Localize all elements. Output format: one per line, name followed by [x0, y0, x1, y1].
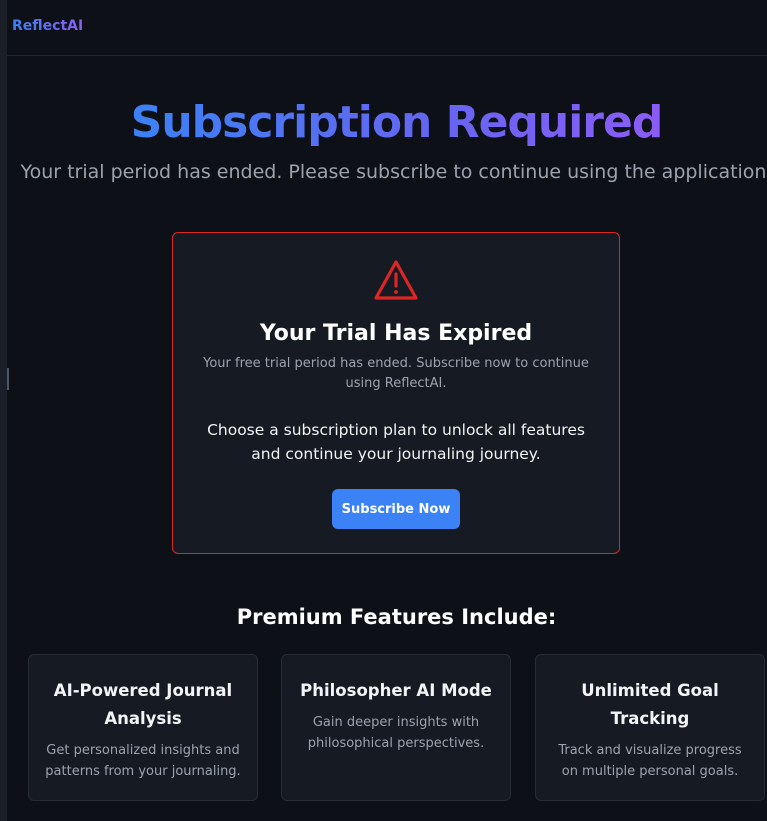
- top-bar: ReflectAI: [7, 0, 767, 56]
- feature-description: Gain deeper insights with philosophical …: [307, 715, 485, 751]
- premium-features-heading: Premium Features Include:: [236, 605, 557, 629]
- subscription-cta-text: Choose a subscription plan to unlock all…: [207, 421, 585, 463]
- page-title: Subscription Required: [130, 97, 664, 148]
- trial-expired-card: Your Trial Has Expired Your free trial p…: [172, 232, 620, 554]
- page-subtitle: Your trial period has ended. Please subs…: [20, 161, 767, 183]
- trial-expired-message: Your free trial period has ended. Subscr…: [203, 356, 589, 391]
- feature-card-goal-tracking: Unlimited Goal Tracking Track and visual…: [535, 654, 765, 801]
- trial-expired-title: Your Trial Has Expired: [259, 321, 533, 346]
- feature-description: Track and visualize progress on multiple…: [558, 743, 742, 779]
- feature-title: Unlimited Goal Tracking: [581, 681, 719, 728]
- feature-card-philosopher-mode: Philosopher AI Mode Gain deeper insights…: [281, 654, 511, 801]
- feature-description: Get personalized insights and patterns f…: [45, 743, 241, 779]
- feature-title: Philosopher AI Mode: [300, 681, 492, 700]
- brand-logo[interactable]: ReflectAI: [12, 18, 83, 34]
- subscribe-now-button[interactable]: Subscribe Now: [332, 489, 460, 529]
- feature-title: AI-Powered Journal Analysis: [53, 681, 233, 728]
- feature-card-journal-analysis: AI-Powered Journal Analysis Get personal…: [28, 654, 258, 801]
- warning-triangle-icon: [374, 260, 418, 300]
- panel-resize-handle[interactable]: [7, 368, 9, 390]
